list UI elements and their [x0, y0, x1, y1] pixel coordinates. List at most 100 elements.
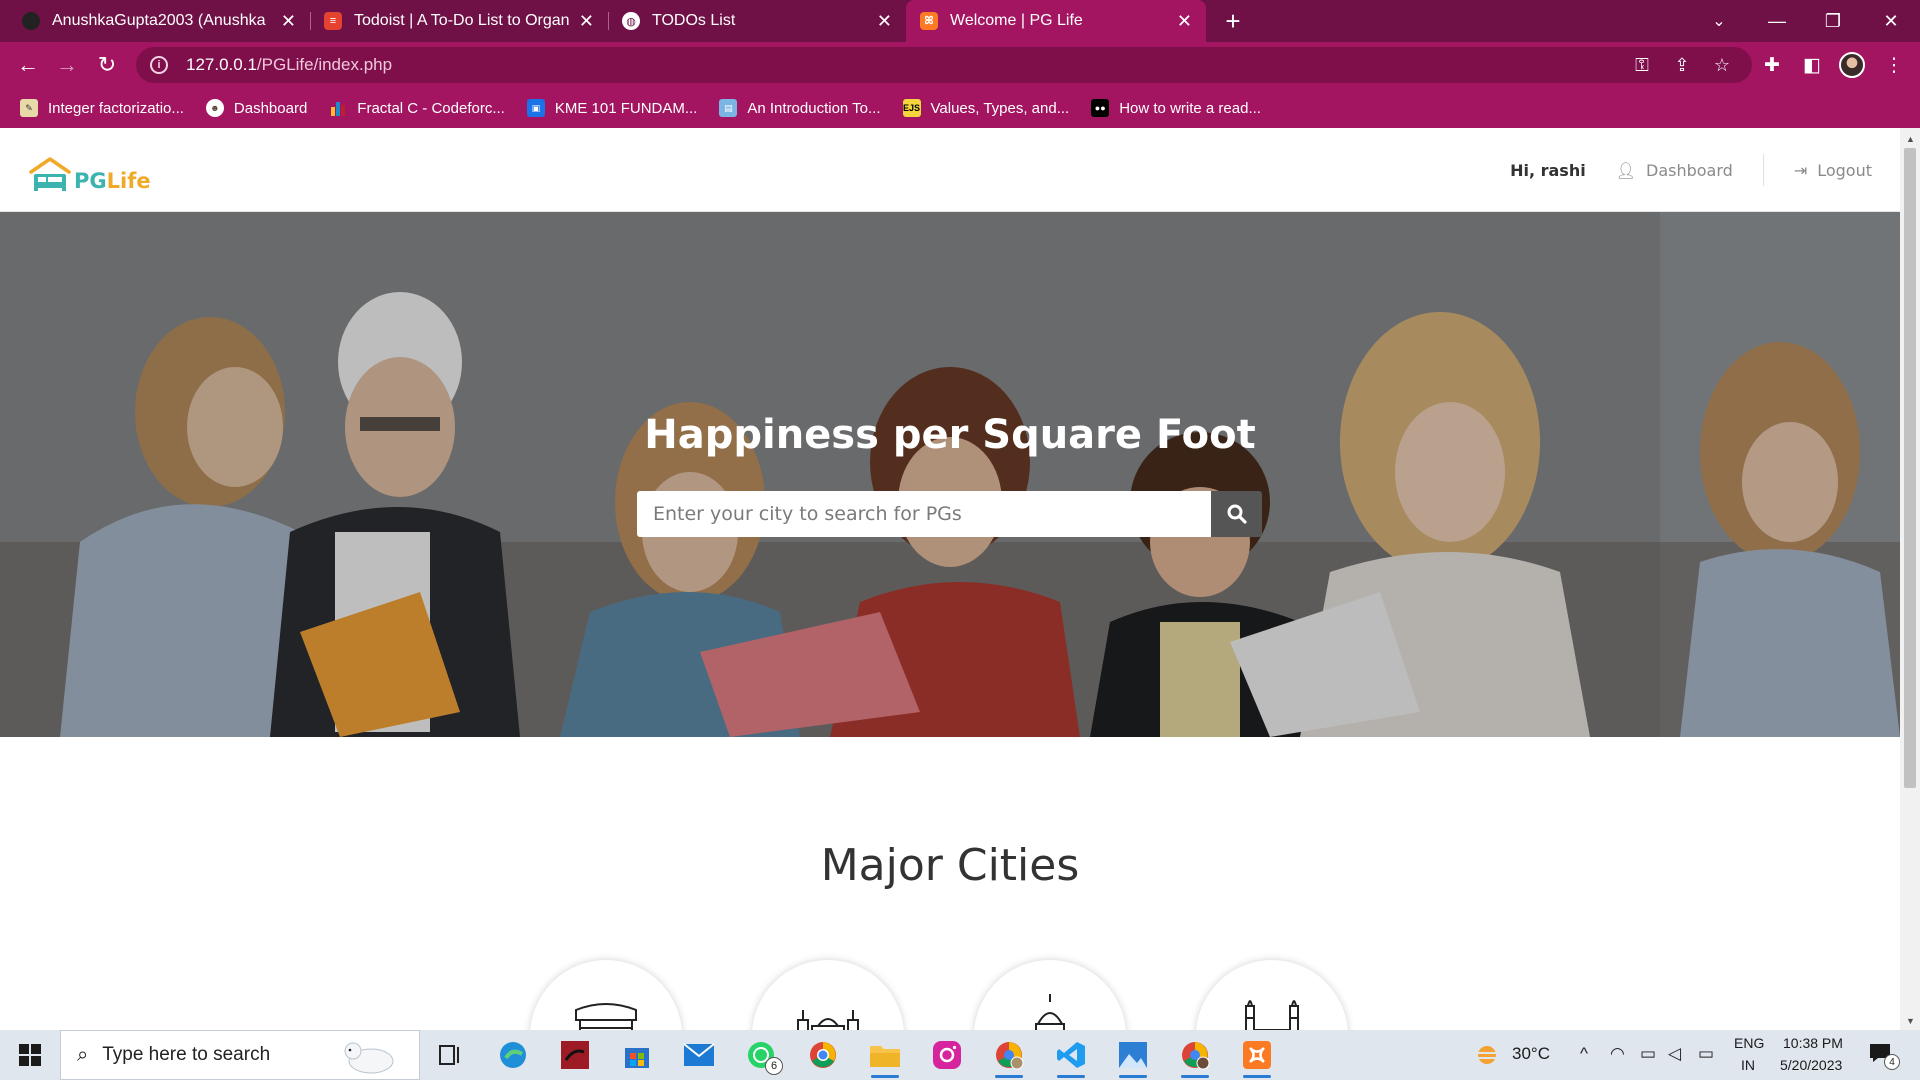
city-card-delhi[interactable] — [530, 960, 682, 1030]
side-panel-icon[interactable]: ◧ — [1800, 53, 1824, 77]
close-icon[interactable]: ✕ — [281, 11, 296, 32]
bookmark-values-types[interactable]: EJS Values, Types, and... — [902, 99, 1069, 117]
tab-pglife[interactable]: ꕤ Welcome | PG Life ✕ — [906, 0, 1206, 42]
close-icon[interactable]: ✕ — [579, 11, 594, 32]
taskbar-edge[interactable] — [493, 1035, 533, 1075]
user-greeting: Hi, rashi — [1510, 160, 1586, 180]
new-tab-button[interactable]: + — [1208, 0, 1258, 42]
start-button[interactable] — [8, 1030, 52, 1080]
window-close-button[interactable]: ✕ — [1866, 0, 1916, 42]
taskbar-store[interactable] — [617, 1035, 657, 1075]
language-region[interactable]: IN — [1741, 1057, 1755, 1073]
wifi-icon[interactable]: ◠ — [1610, 1044, 1625, 1064]
delhi-icon — [575, 1003, 637, 1030]
bookmark-fractal-c[interactable]: Fractal C - Codeforc... — [329, 99, 505, 117]
running-indicator — [871, 1075, 899, 1078]
tab-todoist[interactable]: ≡ Todoist | A To-Do List to Organiz ✕ — [310, 0, 608, 42]
taskbar-vscode[interactable] — [1051, 1035, 1091, 1078]
taskbar-search-box[interactable]: ⌕ Type here to search — [60, 1030, 420, 1080]
logo-text-life: Life — [106, 169, 151, 193]
mumbai-icon — [797, 1010, 859, 1030]
taskbar-photos[interactable] — [1113, 1035, 1153, 1078]
scroll-thumb[interactable] — [1904, 148, 1916, 788]
page-scrollbar[interactable]: ▲ ▼ — [1900, 128, 1920, 1030]
clock-date[interactable]: 5/20/2023 — [1780, 1057, 1842, 1073]
bookmarks-bar: ✎ Integer factorizatio... ☻ Dashboard Fr… — [0, 88, 1920, 128]
close-icon[interactable]: ✕ — [877, 11, 892, 32]
tab-title: Welcome | PG Life — [950, 12, 1083, 29]
profile-avatar[interactable] — [1839, 52, 1865, 78]
share-icon[interactable]: ⇪ — [1672, 55, 1692, 75]
taskbar-chrome-profile[interactable] — [989, 1035, 1029, 1078]
meet-now-icon[interactable]: ▭ — [1640, 1044, 1656, 1064]
chrome-profile-icon — [1182, 1042, 1210, 1070]
chrome-profile-icon — [996, 1042, 1024, 1070]
scroll-up-arrow-icon[interactable]: ▲ — [1906, 134, 1915, 144]
dashboard-link[interactable]: 👤︎ Dashboard — [1616, 161, 1733, 180]
section-title: Major Cities — [820, 840, 1080, 891]
forward-button[interactable]: → — [53, 51, 81, 79]
tab-github[interactable]: AnushkaGupta2003 (Anushka Gu ✕ — [8, 0, 310, 42]
todoist-icon: ≡ — [324, 12, 342, 30]
menu-icon[interactable]: ⋮ — [1882, 53, 1906, 77]
taskbar-mail[interactable] — [679, 1035, 719, 1075]
language-indicator[interactable]: ENG — [1734, 1035, 1764, 1051]
weather-sun-icon[interactable] — [1474, 1044, 1500, 1066]
reload-button[interactable]: ↻ — [93, 51, 121, 79]
browser-tab-strip: AnushkaGupta2003 (Anushka Gu ✕ ≡ Todoist… — [0, 0, 1920, 42]
key-icon[interactable]: ⚿ — [1632, 55, 1652, 75]
city-card-mumbai[interactable] — [752, 960, 904, 1030]
search-button[interactable] — [1211, 491, 1262, 537]
mail-icon — [683, 1043, 715, 1066]
restore-button[interactable]: ❐ — [1808, 0, 1858, 42]
city-card-bengaluru[interactable] — [974, 960, 1126, 1030]
bookmark-icon: ▤ — [719, 99, 738, 117]
address-url: 127.0.0.1/PGLife/index.php — [186, 55, 392, 75]
extensions-icon[interactable]: ✚ — [1760, 53, 1784, 77]
logout-link[interactable]: ⇥ Logout — [1794, 161, 1872, 180]
info-icon[interactable]: i — [150, 56, 168, 74]
browser-toolbar: ← → ↻ i 127.0.0.1/PGLife/index.php ⚿ ⇪ ☆… — [0, 42, 1920, 88]
xampp-icon — [1243, 1041, 1271, 1069]
bookmark-how-to-write[interactable]: ●● How to write a read... — [1091, 99, 1261, 117]
taskbar-app-kali[interactable] — [555, 1035, 595, 1075]
task-view-button[interactable] — [430, 1035, 470, 1075]
notifications-button[interactable]: 4 — [1868, 1042, 1900, 1070]
tab-todos-list[interactable]: ◍ TODOs List ✕ — [608, 0, 906, 42]
chevron-up-icon[interactable]: ^ — [1580, 1044, 1588, 1064]
search-icon: ⌕ — [77, 1043, 89, 1066]
weather-temperature[interactable]: 30°C — [1512, 1044, 1550, 1064]
back-button[interactable]: ← — [14, 51, 42, 79]
volume-icon[interactable]: ◁ — [1668, 1044, 1681, 1064]
instagram-icon — [933, 1041, 961, 1069]
taskbar-whatsapp[interactable]: 6 — [741, 1035, 783, 1075]
close-icon[interactable]: ✕ — [1177, 11, 1192, 32]
classroom-icon: ▣ — [526, 99, 545, 117]
star-icon[interactable]: ☆ — [1712, 55, 1732, 75]
city-search-input[interactable] — [637, 491, 1211, 537]
taskbar-file-explorer[interactable] — [865, 1035, 905, 1078]
taskbar-chrome-2[interactable] — [1175, 1035, 1215, 1078]
store-icon — [625, 1048, 649, 1068]
bookmark-dashboard[interactable]: ☻ Dashboard — [205, 99, 307, 117]
minimize-button[interactable]: — — [1752, 0, 1802, 42]
taskbar-instagram[interactable] — [927, 1035, 967, 1075]
bookmark-an-introduction[interactable]: ▤ An Introduction To... — [719, 99, 881, 117]
bookmark-kme-101[interactable]: ▣ KME 101 FUNDAM... — [526, 99, 697, 117]
bookmark-integer-factorization[interactable]: ✎ Integer factorizatio... — [20, 99, 184, 117]
tab-search-button[interactable]: ⌄ — [1694, 0, 1744, 42]
scroll-down-arrow-icon[interactable]: ▼ — [1906, 1016, 1915, 1026]
bengaluru-icon — [1035, 994, 1065, 1030]
taskbar-chrome[interactable] — [803, 1035, 843, 1075]
logo-text-pg: PG — [74, 169, 107, 193]
bookmark-icon: ✎ — [20, 99, 38, 117]
clock-time[interactable]: 10:38 PM — [1783, 1035, 1843, 1051]
running-indicator — [995, 1075, 1023, 1078]
chrome-icon — [810, 1042, 836, 1068]
notification-badge: 4 — [1884, 1054, 1900, 1070]
address-bar[interactable]: i 127.0.0.1/PGLife/index.php ⚿ ⇪ ☆ — [136, 47, 1752, 83]
city-card-hyderabad[interactable] — [1196, 960, 1348, 1030]
taskbar-xampp[interactable] — [1237, 1035, 1277, 1078]
battery-icon[interactable]: ▭ — [1698, 1044, 1714, 1064]
site-logo[interactable]: PGLife — [28, 152, 151, 192]
